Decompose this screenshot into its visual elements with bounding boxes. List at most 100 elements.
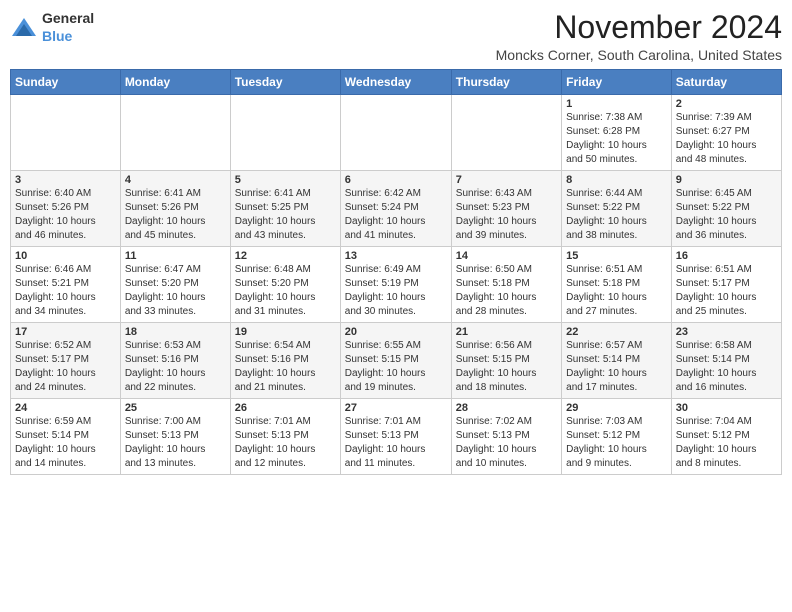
day-info: Sunrise: 7:00 AM Sunset: 5:13 PM Dayligh…	[125, 415, 226, 471]
day-number: 13	[345, 250, 447, 262]
day-number: 6	[345, 174, 447, 186]
day-info: Sunrise: 6:51 AM Sunset: 5:18 PM Dayligh…	[566, 263, 667, 319]
calendar-cell: 26Sunrise: 7:01 AM Sunset: 5:13 PM Dayli…	[230, 399, 340, 475]
day-info: Sunrise: 6:57 AM Sunset: 5:14 PM Dayligh…	[566, 339, 667, 395]
calendar-cell: 23Sunrise: 6:58 AM Sunset: 5:14 PM Dayli…	[671, 323, 781, 399]
calendar-week-row: 24Sunrise: 6:59 AM Sunset: 5:14 PM Dayli…	[11, 399, 782, 475]
day-info: Sunrise: 6:50 AM Sunset: 5:18 PM Dayligh…	[456, 263, 557, 319]
day-number: 23	[676, 326, 777, 338]
day-number: 28	[456, 402, 557, 414]
day-info: Sunrise: 7:38 AM Sunset: 6:28 PM Dayligh…	[566, 111, 667, 167]
day-number: 8	[566, 174, 667, 186]
day-number: 16	[676, 250, 777, 262]
calendar-table: SundayMondayTuesdayWednesdayThursdayFrid…	[10, 69, 782, 475]
day-info: Sunrise: 6:58 AM Sunset: 5:14 PM Dayligh…	[676, 339, 777, 395]
day-number: 27	[345, 402, 447, 414]
calendar-cell: 6Sunrise: 6:42 AM Sunset: 5:24 PM Daylig…	[340, 171, 451, 247]
day-number: 29	[566, 402, 667, 414]
day-number: 24	[15, 402, 116, 414]
calendar-cell: 1Sunrise: 7:38 AM Sunset: 6:28 PM Daylig…	[562, 95, 672, 171]
calendar-cell	[120, 95, 230, 171]
calendar-cell: 24Sunrise: 6:59 AM Sunset: 5:14 PM Dayli…	[11, 399, 121, 475]
day-info: Sunrise: 6:45 AM Sunset: 5:22 PM Dayligh…	[676, 187, 777, 243]
day-info: Sunrise: 7:03 AM Sunset: 5:12 PM Dayligh…	[566, 415, 667, 471]
day-info: Sunrise: 6:47 AM Sunset: 5:20 PM Dayligh…	[125, 263, 226, 319]
day-info: Sunrise: 7:04 AM Sunset: 5:12 PM Dayligh…	[676, 415, 777, 471]
calendar-week-row: 1Sunrise: 7:38 AM Sunset: 6:28 PM Daylig…	[11, 95, 782, 171]
calendar-week-row: 3Sunrise: 6:40 AM Sunset: 5:26 PM Daylig…	[11, 171, 782, 247]
day-number: 2	[676, 98, 777, 110]
day-number: 15	[566, 250, 667, 262]
day-info: Sunrise: 6:59 AM Sunset: 5:14 PM Dayligh…	[15, 415, 116, 471]
day-info: Sunrise: 6:48 AM Sunset: 5:20 PM Dayligh…	[235, 263, 336, 319]
calendar-cell	[451, 95, 561, 171]
day-info: Sunrise: 6:43 AM Sunset: 5:23 PM Dayligh…	[456, 187, 557, 243]
day-info: Sunrise: 6:56 AM Sunset: 5:15 PM Dayligh…	[456, 339, 557, 395]
calendar-cell: 14Sunrise: 6:50 AM Sunset: 5:18 PM Dayli…	[451, 247, 561, 323]
day-number: 22	[566, 326, 667, 338]
day-number: 17	[15, 326, 116, 338]
day-number: 7	[456, 174, 557, 186]
page-header: General Blue November 2024 Moncks Corner…	[10, 10, 782, 63]
day-number: 11	[125, 250, 226, 262]
calendar-cell: 9Sunrise: 6:45 AM Sunset: 5:22 PM Daylig…	[671, 171, 781, 247]
calendar-cell: 18Sunrise: 6:53 AM Sunset: 5:16 PM Dayli…	[120, 323, 230, 399]
day-info: Sunrise: 6:46 AM Sunset: 5:21 PM Dayligh…	[15, 263, 116, 319]
calendar-cell: 7Sunrise: 6:43 AM Sunset: 5:23 PM Daylig…	[451, 171, 561, 247]
calendar-cell: 13Sunrise: 6:49 AM Sunset: 5:19 PM Dayli…	[340, 247, 451, 323]
calendar-cell: 11Sunrise: 6:47 AM Sunset: 5:20 PM Dayli…	[120, 247, 230, 323]
day-info: Sunrise: 6:53 AM Sunset: 5:16 PM Dayligh…	[125, 339, 226, 395]
day-info: Sunrise: 6:44 AM Sunset: 5:22 PM Dayligh…	[566, 187, 667, 243]
calendar-cell: 2Sunrise: 7:39 AM Sunset: 6:27 PM Daylig…	[671, 95, 781, 171]
calendar-cell: 12Sunrise: 6:48 AM Sunset: 5:20 PM Dayli…	[230, 247, 340, 323]
day-number: 1	[566, 98, 667, 110]
weekday-header-friday: Friday	[562, 70, 672, 95]
calendar-cell: 22Sunrise: 6:57 AM Sunset: 5:14 PM Dayli…	[562, 323, 672, 399]
weekday-header-saturday: Saturday	[671, 70, 781, 95]
day-info: Sunrise: 7:01 AM Sunset: 5:13 PM Dayligh…	[235, 415, 336, 471]
day-number: 21	[456, 326, 557, 338]
day-info: Sunrise: 6:40 AM Sunset: 5:26 PM Dayligh…	[15, 187, 116, 243]
calendar-cell: 30Sunrise: 7:04 AM Sunset: 5:12 PM Dayli…	[671, 399, 781, 475]
location-title: Moncks Corner, South Carolina, United St…	[496, 47, 782, 63]
calendar-cell: 17Sunrise: 6:52 AM Sunset: 5:17 PM Dayli…	[11, 323, 121, 399]
day-number: 3	[15, 174, 116, 186]
logo: General Blue	[10, 10, 94, 46]
calendar-cell	[340, 95, 451, 171]
calendar-cell: 21Sunrise: 6:56 AM Sunset: 5:15 PM Dayli…	[451, 323, 561, 399]
day-info: Sunrise: 6:41 AM Sunset: 5:26 PM Dayligh…	[125, 187, 226, 243]
calendar-cell	[230, 95, 340, 171]
weekday-header-thursday: Thursday	[451, 70, 561, 95]
weekday-header-wednesday: Wednesday	[340, 70, 451, 95]
calendar-cell: 20Sunrise: 6:55 AM Sunset: 5:15 PM Dayli…	[340, 323, 451, 399]
calendar-cell: 27Sunrise: 7:01 AM Sunset: 5:13 PM Dayli…	[340, 399, 451, 475]
calendar-cell: 16Sunrise: 6:51 AM Sunset: 5:17 PM Dayli…	[671, 247, 781, 323]
calendar-cell: 8Sunrise: 6:44 AM Sunset: 5:22 PM Daylig…	[562, 171, 672, 247]
day-info: Sunrise: 6:54 AM Sunset: 5:16 PM Dayligh…	[235, 339, 336, 395]
day-info: Sunrise: 6:49 AM Sunset: 5:19 PM Dayligh…	[345, 263, 447, 319]
day-info: Sunrise: 7:02 AM Sunset: 5:13 PM Dayligh…	[456, 415, 557, 471]
weekday-header-monday: Monday	[120, 70, 230, 95]
day-number: 18	[125, 326, 226, 338]
day-info: Sunrise: 6:55 AM Sunset: 5:15 PM Dayligh…	[345, 339, 447, 395]
day-info: Sunrise: 6:41 AM Sunset: 5:25 PM Dayligh…	[235, 187, 336, 243]
month-title: November 2024	[496, 10, 782, 45]
day-info: Sunrise: 7:01 AM Sunset: 5:13 PM Dayligh…	[345, 415, 447, 471]
logo-blue: Blue	[42, 28, 72, 44]
calendar-cell: 5Sunrise: 6:41 AM Sunset: 5:25 PM Daylig…	[230, 171, 340, 247]
day-number: 9	[676, 174, 777, 186]
day-info: Sunrise: 6:51 AM Sunset: 5:17 PM Dayligh…	[676, 263, 777, 319]
title-block: November 2024 Moncks Corner, South Carol…	[496, 10, 782, 63]
day-number: 20	[345, 326, 447, 338]
calendar-cell	[11, 95, 121, 171]
logo-icon	[10, 16, 38, 40]
day-info: Sunrise: 6:42 AM Sunset: 5:24 PM Dayligh…	[345, 187, 447, 243]
calendar-cell: 19Sunrise: 6:54 AM Sunset: 5:16 PM Dayli…	[230, 323, 340, 399]
day-number: 4	[125, 174, 226, 186]
day-number: 25	[125, 402, 226, 414]
logo-text: General Blue	[42, 10, 94, 46]
day-number: 26	[235, 402, 336, 414]
weekday-header-tuesday: Tuesday	[230, 70, 340, 95]
calendar-cell: 28Sunrise: 7:02 AM Sunset: 5:13 PM Dayli…	[451, 399, 561, 475]
weekday-header-sunday: Sunday	[11, 70, 121, 95]
